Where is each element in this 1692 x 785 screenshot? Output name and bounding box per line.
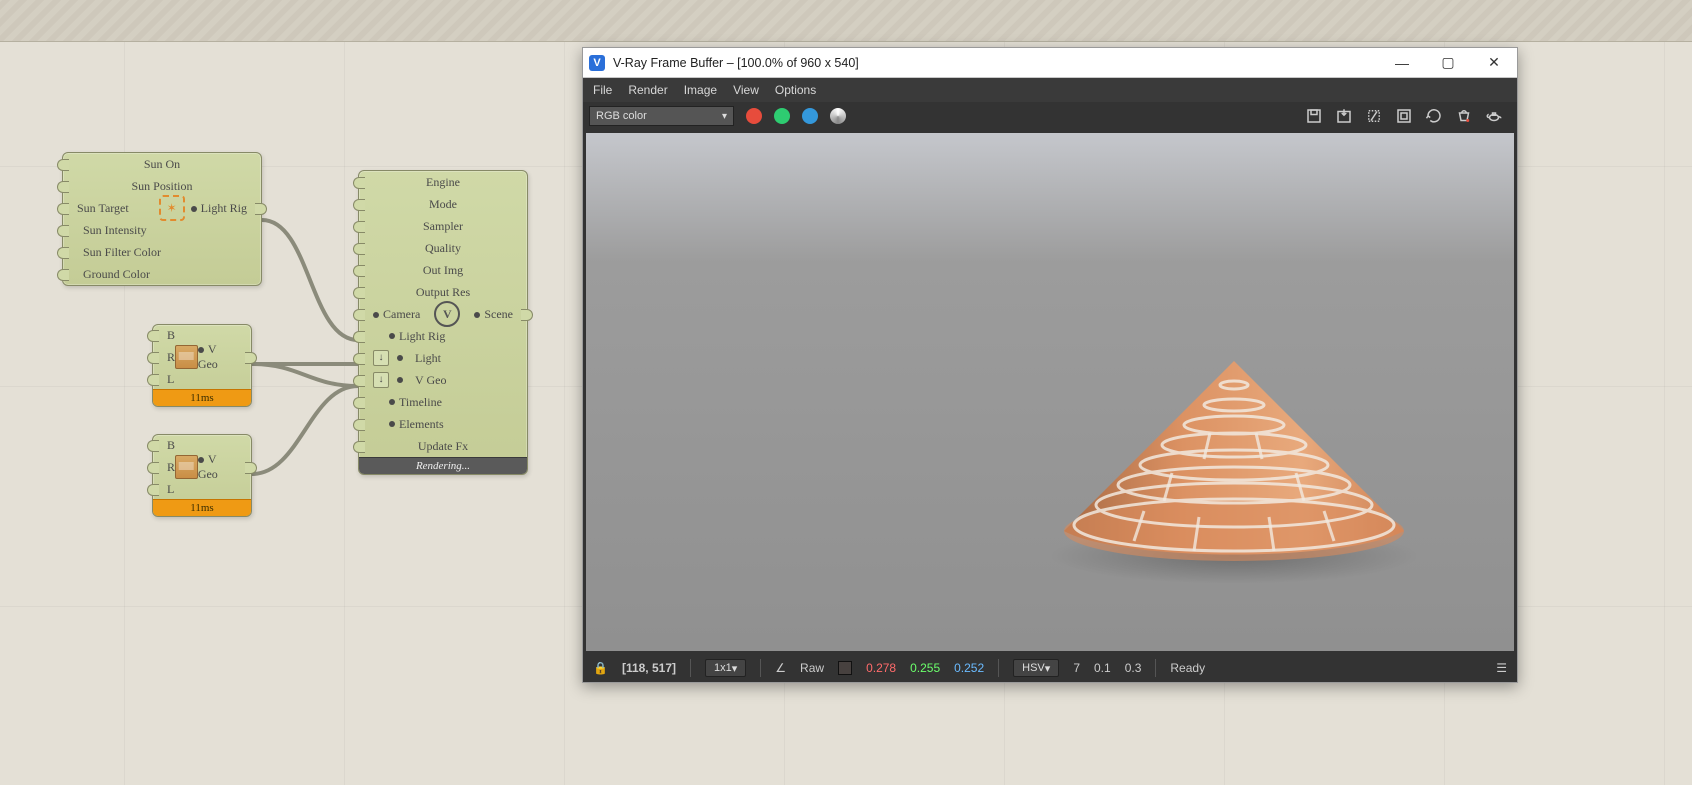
node-row: Quality [359, 237, 527, 259]
node-timing-badge: 11ms [153, 389, 251, 406]
node-row: Sampler [359, 215, 527, 237]
menu-file[interactable]: File [593, 83, 612, 97]
node-row: Camera V Scene [359, 303, 527, 325]
node-input-label: L [167, 482, 174, 497]
menubar[interactable]: File Render Image View Options [583, 78, 1517, 102]
toolbar: RGB color [583, 102, 1517, 130]
node-row: Mode [359, 193, 527, 215]
color-swatch [838, 661, 852, 675]
node-row: Engine [359, 171, 527, 193]
node-input-label: L [167, 372, 174, 387]
package-icon [175, 345, 198, 369]
frame-icon[interactable] [1393, 105, 1415, 127]
lock-icon[interactable]: 🔒 [593, 661, 608, 675]
node-render[interactable]: Engine Mode Sampler Quality Out Img Outp… [358, 170, 528, 475]
node-row: Sun Target ✶ Light Rig [63, 197, 261, 219]
export-icon[interactable] [1333, 105, 1355, 127]
node-vgeo-1[interactable]: B R V Geo L 11ms [152, 324, 252, 407]
close-button[interactable]: ✕ [1471, 48, 1517, 77]
rendered-cone [1034, 341, 1434, 591]
node-row: Sun Filter Color [63, 241, 261, 263]
status-blue-value: 0.252 [954, 661, 984, 675]
node-row: Output Res [359, 281, 527, 303]
zoom-dropdown[interactable]: 1x1 ▾ [705, 659, 746, 677]
menu-options[interactable]: Options [775, 83, 816, 97]
node-row: Out Img [359, 259, 527, 281]
region-icon[interactable] [1363, 105, 1385, 127]
node-row: ↓V Geo [359, 369, 527, 391]
status-red-value: 0.278 [866, 661, 896, 675]
expand-down-icon[interactable]: ↓ [373, 372, 389, 388]
maximize-button[interactable]: ▢ [1425, 48, 1471, 77]
statusbar: 🔒 [118, 517] 1x1 ▾ ∠ Raw 0.278 0.255 0.2… [583, 654, 1517, 682]
node-row: Elements [359, 413, 527, 435]
node-input-label: B [167, 328, 175, 343]
minimize-button[interactable]: — [1379, 48, 1425, 77]
channel-dropdown[interactable]: RGB color [589, 106, 734, 126]
app-header-strip [0, 0, 1692, 42]
window-titlebar[interactable]: V V-Ray Frame Buffer – [100.0% of 960 x … [583, 48, 1517, 78]
render-viewport[interactable] [583, 130, 1517, 654]
status-s-value: 0.1 [1094, 661, 1111, 675]
node-row: Light Rig [359, 325, 527, 347]
menu-view[interactable]: View [733, 83, 759, 97]
node-sun-light-rig[interactable]: Sun On Sun Position Sun Target ✶ Light R… [62, 152, 262, 286]
mono-channel-button[interactable] [830, 108, 846, 124]
vray-icon: V [434, 301, 460, 327]
vray-logo-icon: V [589, 55, 605, 71]
teapot-icon[interactable] [1483, 105, 1505, 127]
status-message: Ready [1170, 661, 1205, 675]
node-row: Sun Intensity [63, 219, 261, 241]
node-status-footer: Rendering... [359, 457, 527, 474]
node-row: Timeline [359, 391, 527, 413]
vray-frame-buffer-window[interactable]: V V-Ray Frame Buffer – [100.0% of 960 x … [582, 47, 1518, 683]
node-row: Ground Color [63, 263, 261, 285]
menu-icon[interactable]: ☰ [1496, 661, 1507, 675]
bucket-icon[interactable] [1453, 105, 1475, 127]
node-row: ↓Light [359, 347, 527, 369]
green-channel-button[interactable] [774, 108, 790, 124]
status-green-value: 0.255 [910, 661, 940, 675]
node-input-label: B [167, 438, 175, 453]
status-h-value: 7 [1073, 661, 1080, 675]
status-coords: [118, 517] [622, 661, 676, 675]
node-row: Sun Position [63, 175, 261, 197]
menu-image[interactable]: Image [684, 83, 717, 97]
window-title: V-Ray Frame Buffer – [100.0% of 960 x 54… [613, 56, 859, 70]
blue-channel-button[interactable] [802, 108, 818, 124]
node-row: Update Fx [359, 435, 527, 457]
status-raw-label: Raw [800, 661, 824, 675]
save-icon[interactable] [1303, 105, 1325, 127]
angle-icon[interactable]: ∠ [775, 661, 786, 675]
node-row: Sun On [63, 153, 261, 175]
node-timing-badge: 11ms [153, 499, 251, 516]
color-mode-dropdown[interactable]: HSV ▾ [1013, 659, 1059, 677]
menu-render[interactable]: Render [628, 83, 667, 97]
sun-icon: ✶ [159, 195, 185, 221]
node-input-label: R [167, 460, 175, 475]
expand-down-icon[interactable]: ↓ [373, 350, 389, 366]
status-v-value: 0.3 [1125, 661, 1142, 675]
refresh-icon[interactable] [1423, 105, 1445, 127]
node-vgeo-2[interactable]: B R V Geo L 11ms [152, 434, 252, 517]
render-canvas [586, 133, 1514, 651]
red-channel-button[interactable] [746, 108, 762, 124]
node-input-label: R [167, 350, 175, 365]
package-icon [175, 455, 198, 479]
